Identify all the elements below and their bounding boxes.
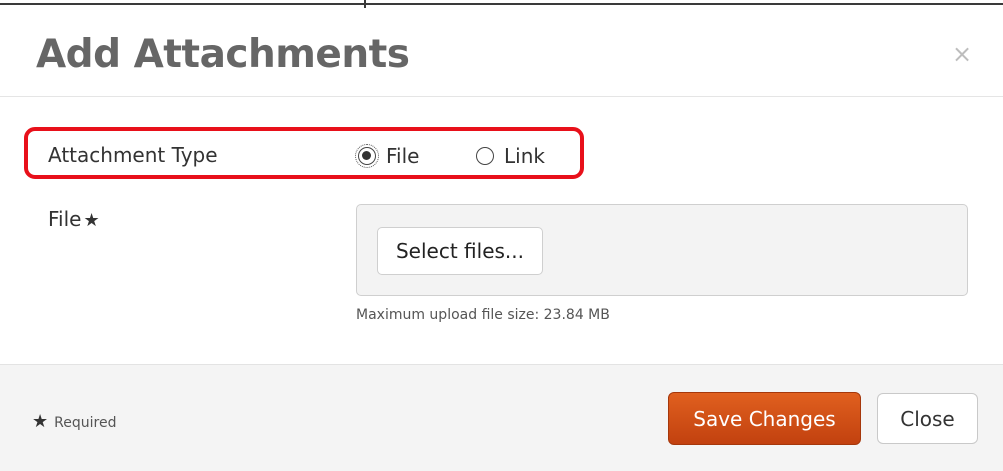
radio-unchecked-icon[interactable]	[476, 147, 494, 165]
top-border-tick	[364, 0, 366, 8]
close-icon[interactable]: ×	[950, 42, 974, 66]
required-note-text: Required	[54, 415, 117, 431]
radio-file-option[interactable]: File	[355, 142, 419, 170]
close-button[interactable]: Close	[877, 393, 978, 444]
star-icon: ★	[83, 210, 100, 231]
top-border-segment	[0, 3, 1003, 5]
radio-link-label[interactable]: Link	[504, 144, 545, 168]
radio-file-label[interactable]: File	[386, 144, 419, 168]
dialog-header: Add Attachments ×	[0, 8, 1003, 97]
file-label-text: File	[48, 207, 82, 231]
top-border-line	[0, 0, 1003, 8]
select-files-button[interactable]: Select files...	[377, 227, 543, 275]
radio-checked-icon[interactable]	[355, 144, 379, 168]
max-upload-size-note: Maximum upload file size: 23.84 MB	[356, 307, 610, 323]
dialog-title: Add Attachments	[36, 32, 410, 77]
save-changes-button[interactable]: Save Changes	[668, 392, 861, 445]
star-icon: ★	[32, 411, 49, 432]
radio-dot	[362, 151, 371, 160]
radio-link-option[interactable]: Link	[476, 142, 545, 170]
file-field-label: File ★	[48, 207, 100, 231]
required-note: ★ Required	[32, 411, 116, 432]
attachment-type-label: Attachment Type	[48, 143, 218, 167]
